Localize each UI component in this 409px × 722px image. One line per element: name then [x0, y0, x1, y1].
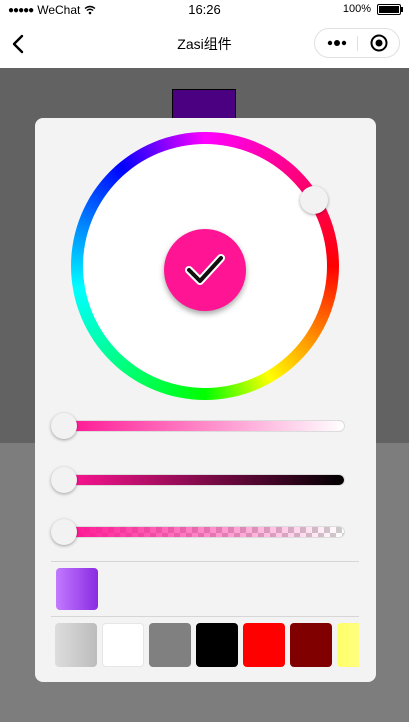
- palette-swatch[interactable]: [102, 623, 144, 667]
- status-bar: ●●●●● WeChat 16:26 100%: [0, 0, 409, 20]
- palette-swatch[interactable]: [243, 623, 285, 667]
- divider: [51, 561, 359, 562]
- status-right: 100%: [342, 3, 403, 15]
- divider: [51, 616, 359, 617]
- alpha-slider-thumb[interactable]: [51, 519, 77, 545]
- nav-bar: Zasi组件: [0, 20, 409, 68]
- more-icon[interactable]: [327, 37, 347, 49]
- preset-palette: [55, 623, 359, 667]
- checkmark-icon: [185, 254, 225, 285]
- mini-program-capsule: [314, 28, 400, 58]
- palette-swatch[interactable]: [337, 623, 359, 667]
- palette-swatch[interactable]: [149, 623, 191, 667]
- capsule-divider: [357, 36, 358, 51]
- palette-swatch[interactable]: [55, 623, 97, 667]
- alpha-slider[interactable]: [65, 526, 345, 538]
- darkness-slider[interactable]: [65, 474, 345, 486]
- lightness-slider-thumb[interactable]: [51, 413, 77, 439]
- lightness-slider[interactable]: [65, 420, 345, 432]
- confirm-button[interactable]: [164, 229, 246, 311]
- history-color-swatch[interactable]: [56, 568, 98, 610]
- darkness-slider-thumb[interactable]: [51, 467, 77, 493]
- palette-swatch[interactable]: [290, 623, 332, 667]
- target-icon[interactable]: [370, 34, 388, 52]
- palette-swatch[interactable]: [196, 623, 238, 667]
- battery-icon: [377, 3, 403, 15]
- color-picker-panel: [35, 118, 376, 682]
- hue-handle[interactable]: [300, 186, 328, 214]
- battery-percent: 100%: [342, 3, 371, 15]
